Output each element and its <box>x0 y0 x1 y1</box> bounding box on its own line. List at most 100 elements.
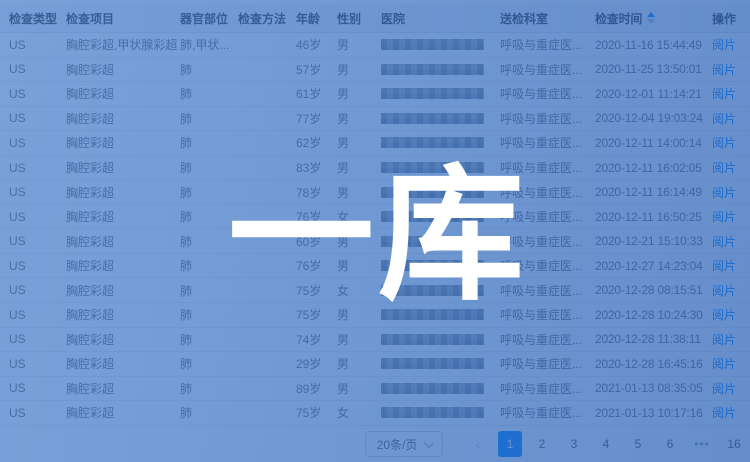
cell-gender: 女 <box>337 208 381 225</box>
cell-exam-type: US <box>0 185 66 199</box>
page-jump-ellipsis[interactable]: ••• <box>690 431 714 457</box>
cell-organ: 肺 <box>180 184 238 201</box>
cell-hospital <box>381 309 500 320</box>
cell-gender: 男 <box>337 184 381 201</box>
cell-organ: 肺 <box>180 306 238 323</box>
view-images-link[interactable]: 阅片 <box>712 284 736 298</box>
cell-action: 阅片 <box>712 36 750 53</box>
sort-carets <box>647 12 655 24</box>
view-images-link[interactable]: 阅片 <box>712 333 736 347</box>
prev-page-button[interactable]: ‹ <box>466 431 490 457</box>
hospital-redacted-block <box>381 236 484 247</box>
view-images-link[interactable]: 阅片 <box>712 186 736 200</box>
page-button-1[interactable]: 1 <box>498 431 522 457</box>
hospital-redacted-block <box>381 64 484 75</box>
view-images-link[interactable]: 阅片 <box>712 357 736 371</box>
table-row: US 胸腔彩超 肺 74岁 男 呼吸与重症医... 2020-12-28 11:… <box>0 328 750 353</box>
cell-exam-time: 2020-11-25 13:50:01 <box>595 62 712 76</box>
column-header-exam-item: 检查项目 <box>66 10 180 27</box>
cell-exam-type: US <box>0 87 66 101</box>
view-images-link[interactable]: 阅片 <box>712 382 736 396</box>
cell-exam-item: 胸腔彩超 <box>66 233 180 250</box>
cell-exam-item: 胸腔彩超 <box>66 184 180 201</box>
cell-hospital <box>381 236 500 247</box>
cell-hospital <box>381 383 500 394</box>
column-header-exam-time[interactable]: 检查时间 <box>595 10 712 27</box>
page-buttons: 123456 ••• 16 <box>490 431 746 457</box>
page-button-2[interactable]: 2 <box>530 431 554 457</box>
hospital-redacted-block <box>381 358 484 369</box>
cell-department: 呼吸与重症医... <box>500 110 595 127</box>
cell-gender: 男 <box>337 331 381 348</box>
cell-organ: 肺 <box>180 85 238 102</box>
cell-department: 呼吸与重症医... <box>500 61 595 78</box>
cell-exam-time: 2020-12-28 11:38:11 <box>595 332 712 346</box>
cell-exam-time: 2020-12-28 10:24:30 <box>595 308 712 322</box>
table-row: US 胸腔彩超 肺 29岁 男 呼吸与重症医... 2020-12-28 16:… <box>0 352 750 377</box>
cell-exam-time: 2020-12-21 15:10:33 <box>595 234 712 248</box>
cell-action: 阅片 <box>712 233 750 250</box>
table-header-row: 检查类型 检查项目 器官部位 检查方法 年龄 性别 医院 送检科室 检查时间 操… <box>0 4 750 33</box>
view-images-link[interactable]: 阅片 <box>712 235 736 249</box>
page-button-5[interactable]: 5 <box>626 431 650 457</box>
view-images-link[interactable]: 阅片 <box>712 161 736 175</box>
view-images-link[interactable]: 阅片 <box>712 87 736 101</box>
table-row: US 胸腔彩超 肺 76岁 男 呼吸与重症医... 2020-12-27 14:… <box>0 254 750 279</box>
cell-action: 阅片 <box>712 61 750 78</box>
table-body: US 胸腔彩超,甲状腺彩超 肺,甲状... 46岁 男 呼吸与重症医... 20… <box>0 33 750 426</box>
cell-age: 75岁 <box>296 282 337 299</box>
page-button-16[interactable]: 16 <box>722 431 746 457</box>
cell-gender: 男 <box>337 61 381 78</box>
view-images-link[interactable]: 阅片 <box>712 112 736 126</box>
pagination: 20条/页 ‹ 123456 ••• 16 <box>365 431 746 457</box>
cell-gender: 女 <box>337 404 381 421</box>
cell-organ: 肺 <box>180 134 238 151</box>
hospital-redacted-block <box>381 39 484 50</box>
view-images-link[interactable]: 阅片 <box>712 63 736 77</box>
cell-department: 呼吸与重症医... <box>500 282 595 299</box>
chevron-down-icon <box>424 438 434 448</box>
view-images-link[interactable]: 阅片 <box>712 136 736 150</box>
cell-exam-time: 2020-11-16 15:44:49 <box>595 38 712 52</box>
cell-gender: 男 <box>337 233 381 250</box>
hospital-redacted-block <box>381 187 484 198</box>
cell-hospital <box>381 211 500 222</box>
cell-organ: 肺 <box>180 355 238 372</box>
cell-department: 呼吸与重症医... <box>500 380 595 397</box>
cell-action: 阅片 <box>712 404 750 421</box>
view-images-link[interactable]: 阅片 <box>712 406 736 420</box>
cell-hospital <box>381 358 500 369</box>
cell-organ: 肺 <box>180 233 238 250</box>
column-header-exam-type: 检查类型 <box>0 10 66 27</box>
view-images-link[interactable]: 阅片 <box>712 210 736 224</box>
cell-exam-time: 2021-01-13 08:35:05 <box>595 381 712 395</box>
page-button-3[interactable]: 3 <box>562 431 586 457</box>
cell-age: 76岁 <box>296 208 337 225</box>
view-images-link[interactable]: 阅片 <box>712 259 736 273</box>
page-button-6[interactable]: 6 <box>658 431 682 457</box>
cell-gender: 男 <box>337 355 381 372</box>
view-images-link[interactable]: 阅片 <box>712 38 736 52</box>
cell-gender: 男 <box>337 134 381 151</box>
cell-exam-time: 2020-12-28 08:15:51 <box>595 283 712 297</box>
cell-department: 呼吸与重症医... <box>500 85 595 102</box>
cell-exam-type: US <box>0 357 66 371</box>
cell-action: 阅片 <box>712 184 750 201</box>
caret-up-icon <box>647 12 655 17</box>
cell-exam-item: 胸腔彩超 <box>66 61 180 78</box>
cell-organ: 肺 <box>180 110 238 127</box>
hospital-redacted-block <box>381 383 484 394</box>
cell-hospital <box>381 187 500 198</box>
cell-action: 阅片 <box>712 331 750 348</box>
column-header-action: 操作 <box>712 10 750 27</box>
cell-action: 阅片 <box>712 159 750 176</box>
cell-exam-item: 胸腔彩超 <box>66 380 180 397</box>
cell-hospital <box>381 113 500 124</box>
cell-gender: 男 <box>337 36 381 53</box>
cell-gender: 男 <box>337 257 381 274</box>
cell-exam-type: US <box>0 332 66 346</box>
view-images-link[interactable]: 阅片 <box>712 308 736 322</box>
page-size-select[interactable]: 20条/页 <box>365 431 443 457</box>
cell-department: 呼吸与重症医... <box>500 36 595 53</box>
page-button-4[interactable]: 4 <box>594 431 618 457</box>
